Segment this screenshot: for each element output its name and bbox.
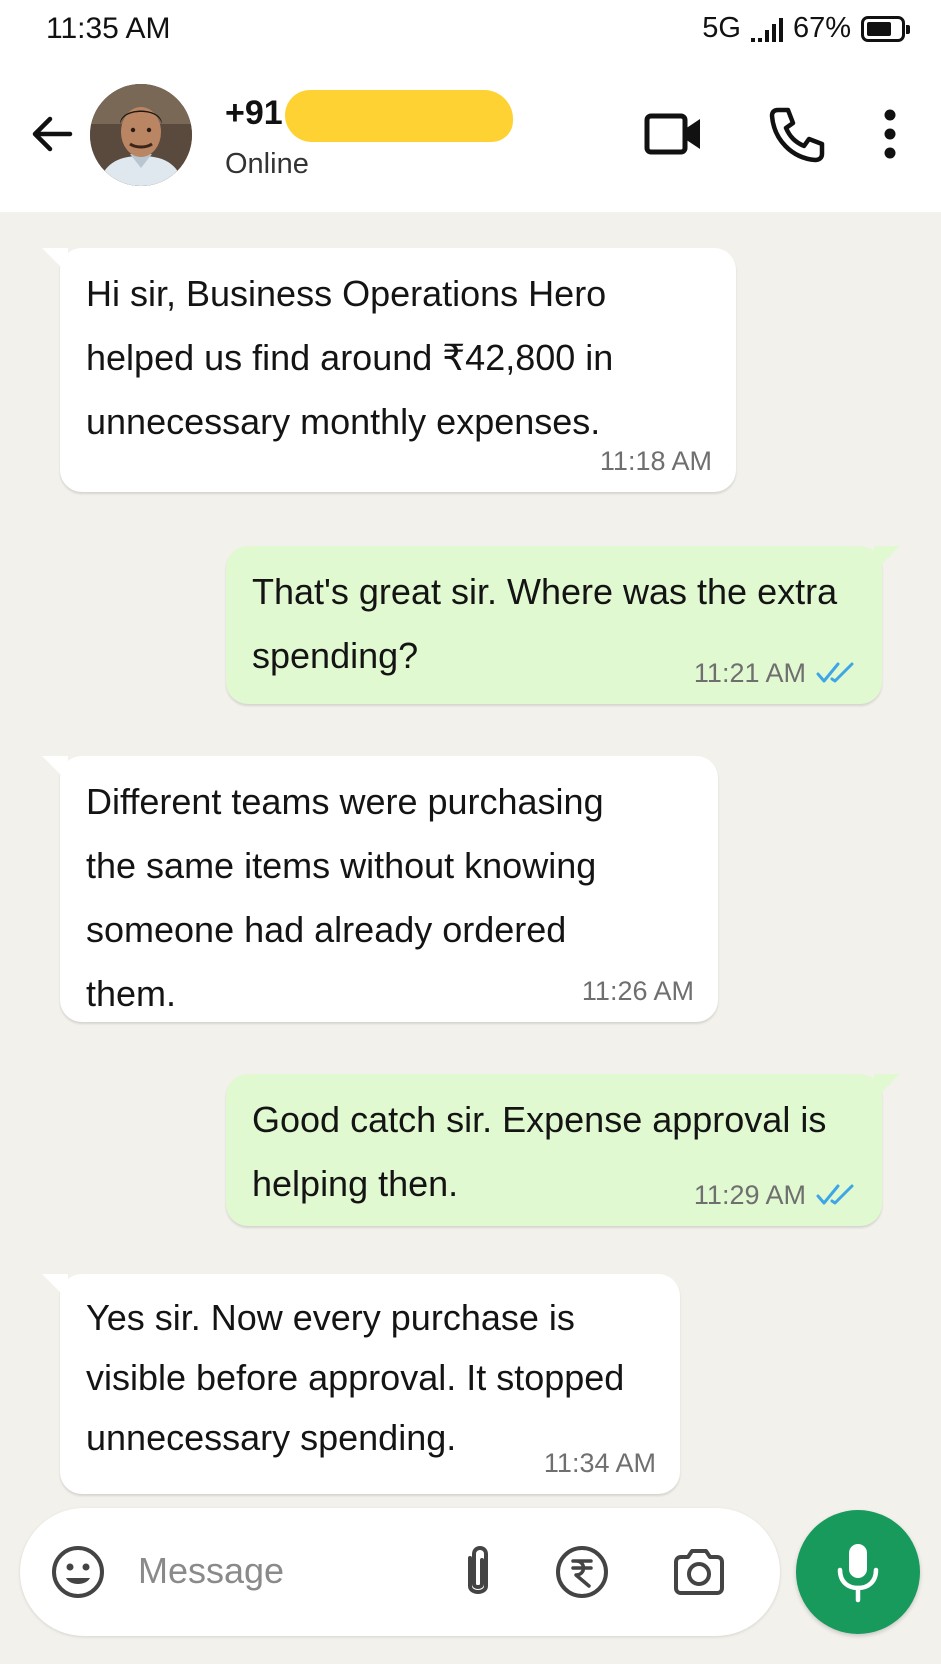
payment-button[interactable] — [552, 1542, 612, 1602]
message-incoming[interactable]: Hi sir, Business Operations Hero helped … — [42, 248, 736, 492]
back-button[interactable] — [28, 110, 76, 158]
message-incoming[interactable]: Different teams were purchasing the same… — [42, 756, 718, 1022]
message-time: 11:21 AM — [693, 658, 806, 688]
chat-area[interactable]: Hi sir, Business Operations Hero helped … — [0, 212, 941, 1664]
avatar[interactable] — [90, 84, 192, 186]
more-options-button[interactable] — [860, 102, 920, 166]
message-meta: 11:34 AM — [544, 1448, 656, 1478]
camera-button[interactable] — [668, 1542, 730, 1602]
double-check-icon — [816, 1184, 854, 1205]
message-time: 11:29 AM — [693, 1180, 806, 1210]
message-text: Hi sir, Business Operations Hero helped … — [86, 273, 614, 442]
emoji-icon — [52, 1546, 104, 1598]
double-check-icon — [816, 662, 854, 683]
message-meta: 11:21 AM — [694, 658, 858, 688]
status-time: 11:35 AM — [46, 12, 171, 45]
rupee-icon — [556, 1546, 608, 1598]
attach-icon — [468, 1546, 488, 1594]
redaction-mark — [285, 90, 513, 142]
voice-call-button[interactable] — [764, 102, 828, 166]
battery-percent: 67% — [792, 12, 851, 44]
message-time: 11:26 AM — [581, 976, 694, 1006]
signal-icon — [750, 16, 783, 42]
status-right: 5G 67% — [702, 12, 910, 45]
message-meta: 11:29 AM — [694, 1180, 858, 1210]
message-text: Yes sir. Now every purchase is visible b… — [86, 1297, 625, 1458]
mic-icon — [837, 1544, 879, 1603]
video-call-icon — [644, 113, 700, 155]
back-arrow-icon — [32, 116, 73, 152]
emoji-button[interactable] — [48, 1542, 108, 1602]
message-outgoing[interactable]: Good catch sir. Expense approval is help… — [226, 1074, 900, 1226]
phone-icon — [769, 107, 825, 163]
contact-status: Online — [225, 148, 309, 180]
voice-message-button[interactable] — [796, 1510, 920, 1634]
status-bar: 11:35 AM 5G 67% — [0, 0, 941, 62]
message-meta: 11:18 AM — [600, 446, 712, 476]
chat-header: +91 Online — [0, 62, 941, 212]
network-label: 5G — [702, 12, 741, 44]
video-call-button[interactable] — [642, 102, 706, 166]
attach-button[interactable] — [448, 1542, 508, 1604]
message-time: 11:34 AM — [543, 1448, 656, 1478]
more-vertical-icon — [884, 109, 896, 159]
battery-icon — [861, 15, 910, 42]
message-input[interactable] — [138, 1538, 438, 1604]
message-time: 11:18 AM — [599, 446, 712, 476]
message-outgoing[interactable]: That's great sir. Where was the extra sp… — [226, 546, 900, 704]
contact-name[interactable]: +91 — [225, 94, 283, 133]
message-meta: 11:26 AM — [582, 976, 694, 1006]
message-composer — [20, 1508, 780, 1636]
camera-icon — [674, 1549, 724, 1595]
message-incoming[interactable]: Yes sir. Now every purchase is visible b… — [42, 1274, 680, 1494]
